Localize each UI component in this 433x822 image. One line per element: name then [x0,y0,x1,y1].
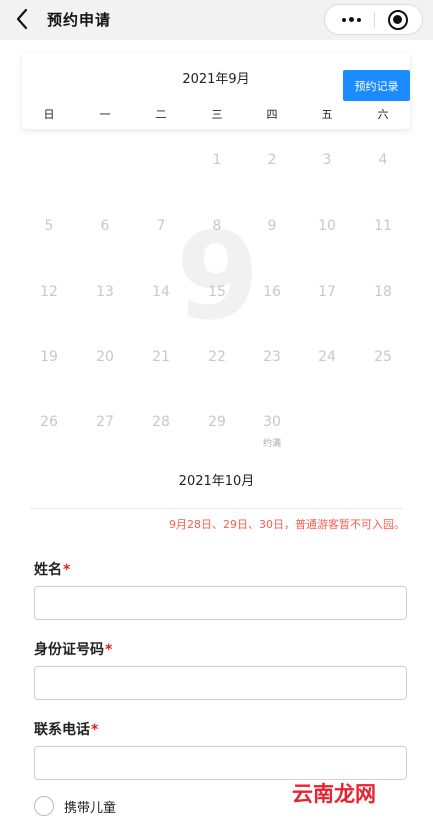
required-mark: * [91,722,99,738]
page-title: 预约申请 [47,11,112,29]
mini-program-capsule [324,4,423,35]
navigation-bar: 预约申请 [0,0,433,40]
calendar-day[interactable]: 30 [257,414,287,430]
target-close-icon[interactable] [388,10,408,30]
calendar-day[interactable]: 13 [90,284,120,300]
id-number-input[interactable] [34,666,407,700]
calendar-day[interactable]: 14 [146,284,176,300]
weekday-thu: 四 [266,108,278,121]
calendar-day[interactable]: 5 [34,218,64,234]
calendar-day[interactable]: 7 [146,218,176,234]
calendar-day[interactable]: 12 [34,284,64,300]
name-input[interactable] [34,586,407,620]
brand-logo: 云南龙网 [292,781,376,806]
calendar-day[interactable]: 24 [312,349,342,365]
calendar-header-card: 2021年9月 预约记录 日 一 二 三 四 五 六 [22,53,410,129]
id-number-label-text: 身份证号码 [34,642,104,658]
calendar-day[interactable]: 19 [34,349,64,365]
calendar-day[interactable]: 29 [202,414,232,430]
calendar-day[interactable]: 3 [312,152,342,168]
phone-label-text: 联系电话 [34,722,90,738]
more-dots-icon[interactable] [331,5,371,34]
weekday-sat: 六 [377,108,389,121]
booking-record-button[interactable]: 预约记录 [343,70,410,101]
calendar-day[interactable]: 25 [368,349,398,365]
calendar-day[interactable]: 8 [202,218,232,234]
calendar-day[interactable]: 17 [312,284,342,300]
calendar-day[interactable]: 15 [202,284,232,300]
weekday-tue: 二 [155,108,167,121]
calendar-day[interactable]: 21 [146,349,176,365]
required-mark: * [105,642,113,658]
calendar-day[interactable]: 18 [368,284,398,300]
calendar-day[interactable]: 2 [257,152,287,168]
calendar-day[interactable]: 26 [34,414,64,430]
calendar-day[interactable]: 22 [202,349,232,365]
phone-label: 联系电话* [34,719,98,739]
calendar-day[interactable]: 28 [146,414,176,430]
calendar-day[interactable]: 16 [257,284,287,300]
child-radio[interactable] [34,796,54,816]
phone-input[interactable] [34,746,407,780]
weekday-wed: 三 [211,108,223,121]
id-number-label: 身份证号码* [34,639,112,659]
calendar-day[interactable]: 23 [257,349,287,365]
divider [30,508,403,509]
calendar-day[interactable]: 1 [202,152,232,168]
chevron-left-icon[interactable] [10,6,36,32]
required-mark: * [63,562,71,578]
weekday-fri: 五 [321,108,333,121]
calendar-day[interactable]: 27 [90,414,120,430]
month-watermark: 9 [176,208,260,347]
calendar-day[interactable]: 11 [368,218,398,234]
child-option-label[interactable]: 携带儿童 [64,797,116,816]
weekday-sun: 日 [43,108,55,121]
closure-notice: 9月28日、29日、30日，普通游客暂不可入园。 [169,518,405,531]
day-full-note: 约满 [262,439,281,449]
weekday-header: 日 一 二 三 四 五 六 [22,106,410,122]
next-month-title[interactable]: 2021年10月 [0,470,433,489]
capsule-divider [374,12,375,29]
name-label-text: 姓名 [34,562,62,578]
calendar-day[interactable]: 9 [257,218,287,234]
name-label: 姓名* [34,559,70,579]
weekday-mon: 一 [99,108,111,121]
calendar-day[interactable]: 6 [90,218,120,234]
calendar-day[interactable]: 20 [90,349,120,365]
calendar-day[interactable]: 10 [312,218,342,234]
calendar-day[interactable]: 4 [368,152,398,168]
